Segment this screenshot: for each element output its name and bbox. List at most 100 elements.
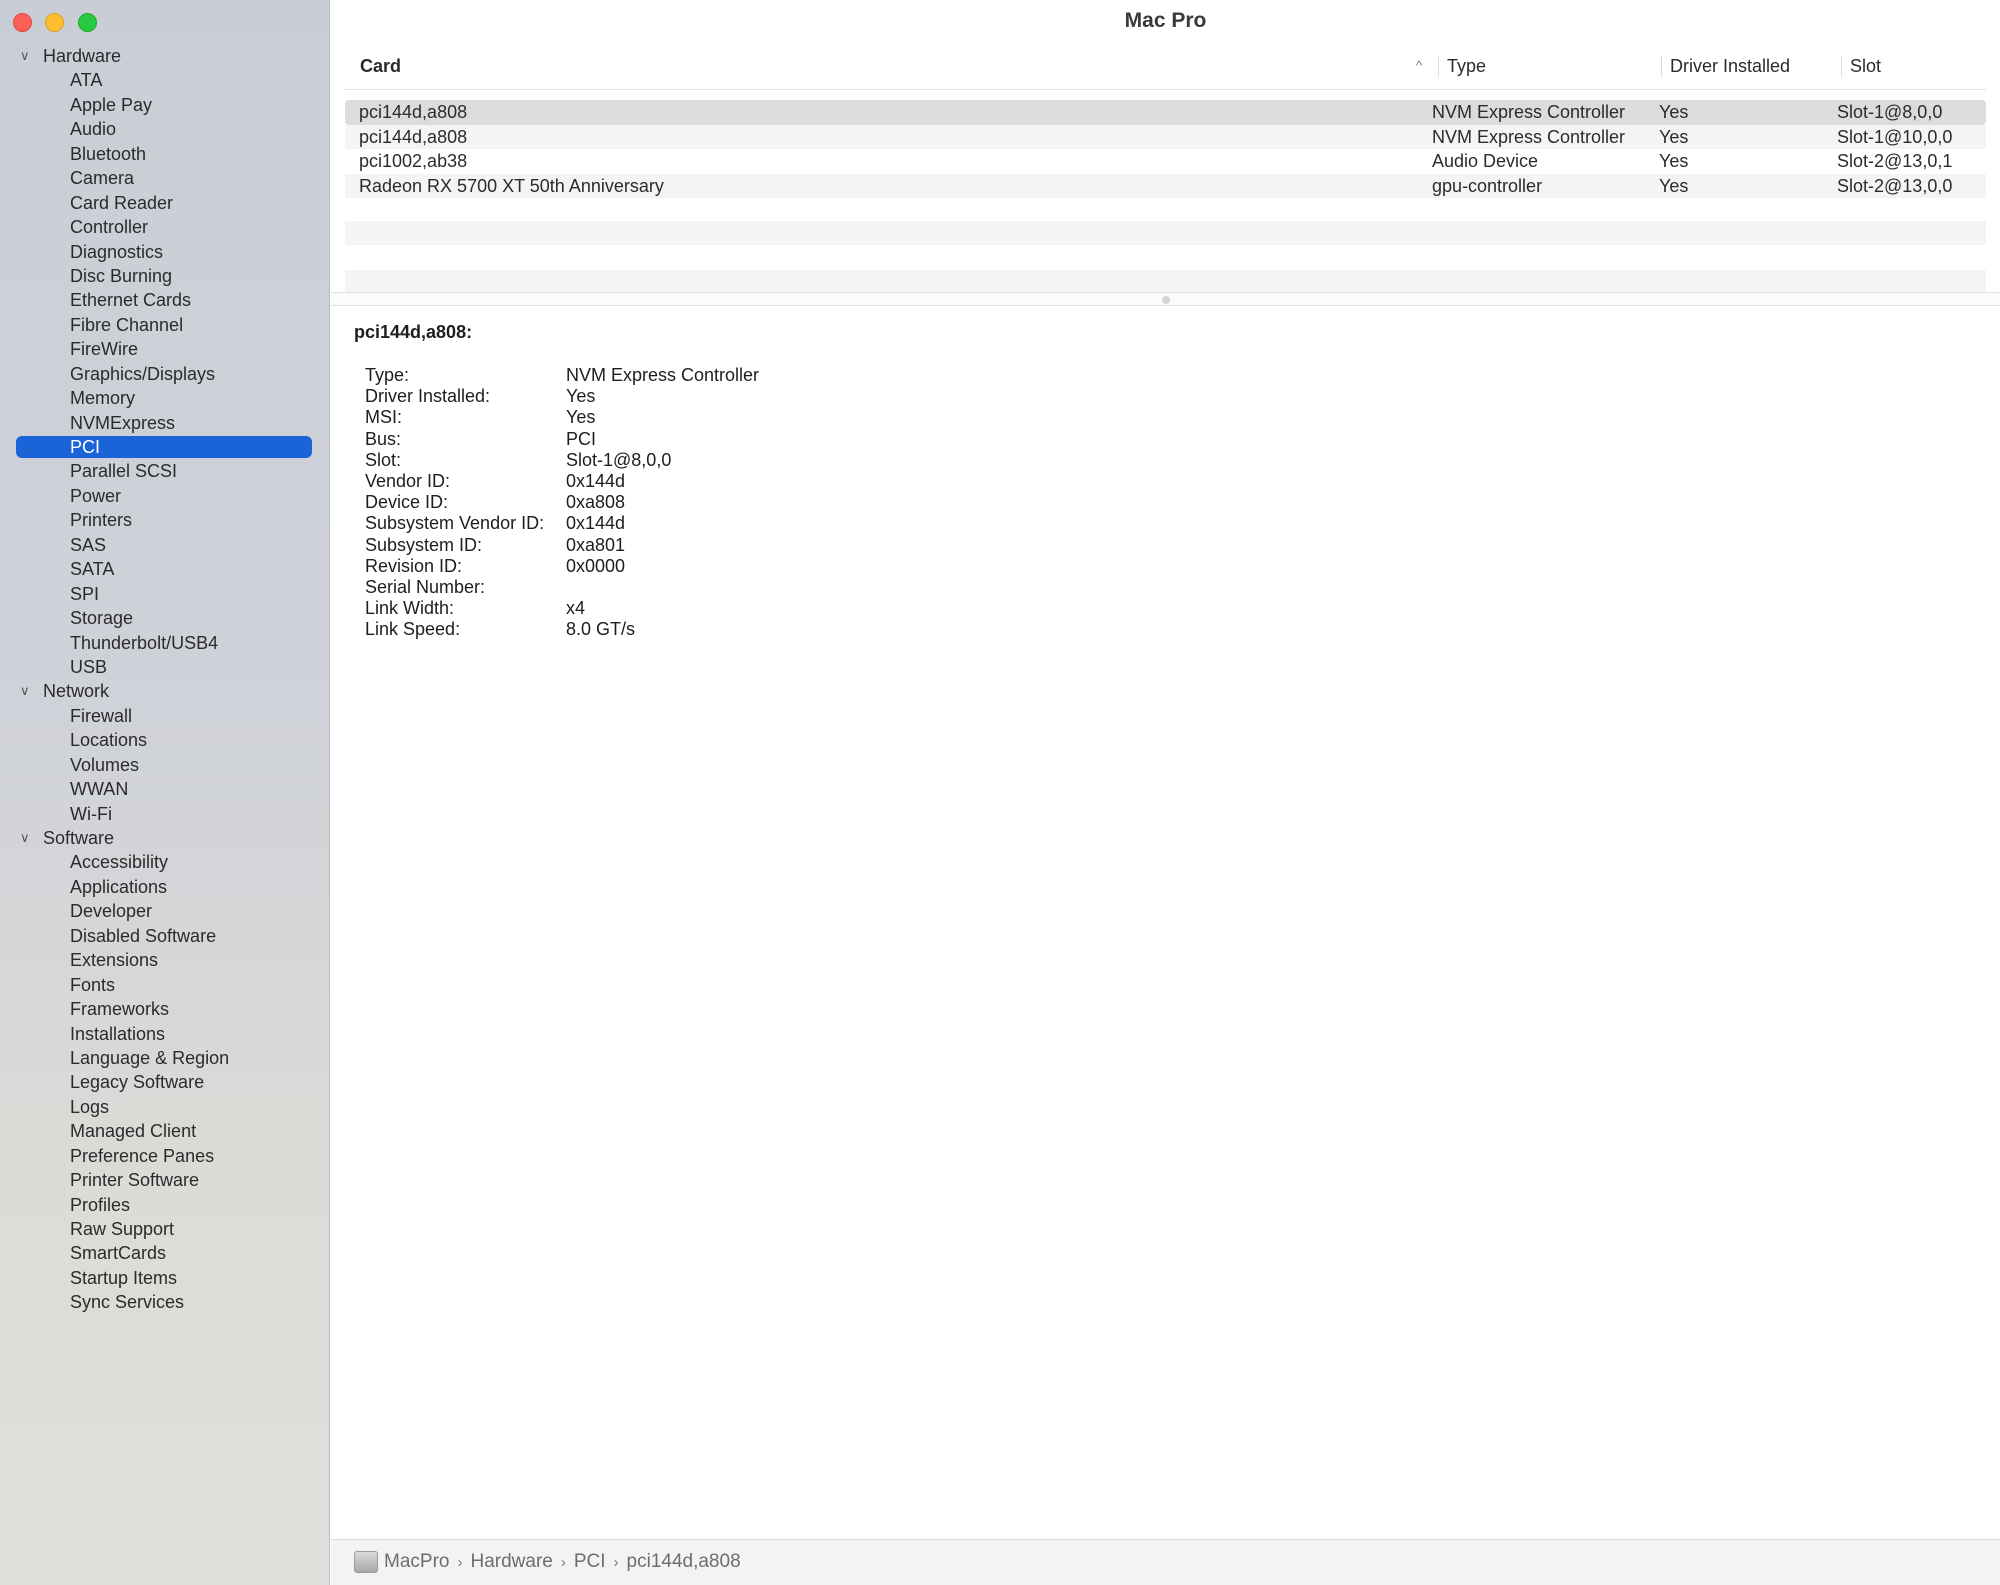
sidebar-item-fonts[interactable]: Fonts <box>0 973 330 997</box>
sidebar-item-label: Locations <box>70 730 148 751</box>
sidebar-item-label: Disc Burning <box>70 265 173 286</box>
sidebar-item-graphics-displays[interactable]: Graphics/Displays <box>0 362 330 386</box>
sidebar-item-usb[interactable]: USB <box>0 655 330 679</box>
detail-value: 0x144d <box>566 470 626 491</box>
sidebar-item-fibre-channel[interactable]: Fibre Channel <box>0 313 330 337</box>
sidebar-item-parallel-scsi[interactable]: Parallel SCSI <box>0 459 330 483</box>
detail-key: Vendor ID: <box>365 470 451 491</box>
sidebar-item-label: Startup Items <box>70 1267 178 1288</box>
sidebar-item-printer-software[interactable]: Printer Software <box>0 1168 330 1192</box>
chevron-down-icon[interactable]: ∨ <box>20 826 30 850</box>
sidebar-item-ethernet-cards[interactable]: Ethernet Cards <box>0 288 330 312</box>
sidebar-item-startup-items[interactable]: Startup Items <box>0 1266 330 1290</box>
sidebar-item-disabled-software[interactable]: Disabled Software <box>0 924 330 948</box>
detail-key: Slot: <box>365 449 402 470</box>
table-row[interactable]: Radeon RX 5700 XT 50th Anniversary gpu-co… <box>345 173 1986 198</box>
minimize-window-button[interactable] <box>45 13 64 32</box>
sidebar-item-logs[interactable]: Logs <box>0 1095 330 1119</box>
sidebar-item-ata[interactable]: ATA <box>0 68 330 92</box>
sidebar-item-bluetooth[interactable]: Bluetooth <box>0 142 330 166</box>
sidebar-item-wwan[interactable]: WWAN <box>0 777 330 801</box>
chevron-right-icon: › <box>560 1554 566 1571</box>
sidebar-item-nvmexpress[interactable]: NVMExpress <box>0 411 330 435</box>
sidebar-item-memory[interactable]: Memory <box>0 386 330 410</box>
sidebar-item-developer[interactable]: Developer <box>0 899 330 923</box>
detail-fields: Type: NVM Express Controller Driver Instal… <box>354 365 759 640</box>
breadcrumb-item-pci[interactable]: PCI <box>574 1551 606 1572</box>
table-row[interactable]: pci144d,a808 NVM Express Controller Yes Slo… <box>345 100 1986 125</box>
detail-key: Driver Installed: <box>365 386 491 407</box>
table-row[interactable]: pci1002,ab38 Audio Device Yes Slot-2@13,0,1 <box>345 149 1986 174</box>
sidebar-item-volumes[interactable]: Volumes <box>0 753 330 777</box>
sidebar-list: ∨ Hardware ATA Apple Pay Audio Bluetooth Camer… <box>0 44 330 1315</box>
sort-ascending-icon[interactable]: ^ <box>1416 58 1422 73</box>
sidebar-item-wi-fi[interactable]: Wi-Fi <box>0 802 330 826</box>
detail-value: 0x0000 <box>566 555 626 576</box>
chevron-right-icon: › <box>457 1554 463 1571</box>
sidebar-item-diagnostics[interactable]: Diagnostics <box>0 240 330 264</box>
sidebar-item-managed-client[interactable]: Managed Client <box>0 1119 330 1143</box>
sidebar-item-applications[interactable]: Applications <box>0 875 330 899</box>
sidebar-item-label: Managed Client <box>70 1121 197 1142</box>
sidebar-item-firewall[interactable]: Firewall <box>0 704 330 728</box>
cell-type: gpu-controller <box>1432 175 1543 196</box>
sidebar-item-raw-support[interactable]: Raw Support <box>0 1217 330 1241</box>
column-header-slot[interactable]: Slot <box>1841 56 1881 77</box>
table-row[interactable]: pci144d,a808 NVM Express Controller Yes Slo… <box>345 124 1986 149</box>
sidebar-item-label: Profiles <box>70 1194 131 1215</box>
zoom-window-button[interactable] <box>78 13 97 32</box>
sidebar-item-extensions[interactable]: Extensions <box>0 948 330 972</box>
sidebar-item-installations[interactable]: Installations <box>0 1022 330 1046</box>
sidebar-item-label: Language & Region <box>70 1047 230 1068</box>
detail-key: Subsystem ID: <box>365 534 483 555</box>
detail-key: Link Width: <box>365 598 455 619</box>
sidebar-item-locations[interactable]: Locations <box>0 728 330 752</box>
sidebar-item-apple-pay[interactable]: Apple Pay <box>0 93 330 117</box>
column-header-card[interactable]: Card <box>360 56 401 77</box>
cell-slot: Slot-1@10,0,0 <box>1837 126 1953 147</box>
sidebar-item-sas[interactable]: SAS <box>0 533 330 557</box>
sidebar-item-controller[interactable]: Controller <box>0 215 330 239</box>
sidebar-item-sync-services[interactable]: Sync Services <box>0 1290 330 1314</box>
divider-handle-icon[interactable] <box>1161 296 1170 304</box>
sidebar-item-language-region[interactable]: Language & Region <box>0 1046 330 1070</box>
sidebar-item-sata[interactable]: SATA <box>0 557 330 581</box>
sidebar-item-audio[interactable]: Audio <box>0 117 330 141</box>
sidebar-item-preference-panes[interactable]: Preference Panes <box>0 1144 330 1168</box>
column-header-driver-installed[interactable]: Driver Installed <box>1661 56 1790 77</box>
pci-table: pci144d,a808 NVM Express Controller Yes Slo… <box>345 100 1986 198</box>
column-header-type[interactable]: Type <box>1438 56 1486 77</box>
sidebar-item-accessibility[interactable]: Accessibility <box>0 850 330 874</box>
sidebar-item-legacy-software[interactable]: Legacy Software <box>0 1070 330 1094</box>
cell-card: pci144d,a808 <box>359 102 468 122</box>
sidebar-group-network[interactable]: ∨ Network <box>0 679 330 703</box>
sidebar-item-pci[interactable]: PCI <box>0 435 330 459</box>
sidebar-item-label: Accessibility <box>70 852 169 873</box>
sidebar-item-spi[interactable]: SPI <box>0 582 330 606</box>
sidebar-group-hardware[interactable]: ∨ Hardware <box>0 44 330 68</box>
sidebar-item-printers[interactable]: Printers <box>0 508 330 532</box>
sidebar-item-card-reader[interactable]: Card Reader <box>0 191 330 215</box>
sidebar-item-label: Extensions <box>70 950 159 971</box>
cell-driver: Yes <box>1659 175 1689 196</box>
sidebar-item-profiles[interactable]: Profiles <box>0 1193 330 1217</box>
detail-value: x4 <box>566 598 586 619</box>
sidebar-group-label: Software <box>43 828 115 848</box>
sidebar-item-power[interactable]: Power <box>0 484 330 508</box>
chevron-down-icon[interactable]: ∨ <box>20 679 30 703</box>
breadcrumb-item-macpro[interactable]: MacPro <box>384 1551 449 1572</box>
sidebar-item-camera[interactable]: Camera <box>0 166 330 190</box>
sidebar-group-software[interactable]: ∨ Software <box>0 826 330 850</box>
sidebar-item-storage[interactable]: Storage <box>0 606 330 630</box>
close-window-button[interactable] <box>13 13 32 32</box>
sidebar-item-disc-burning[interactable]: Disc Burning <box>0 264 330 288</box>
sidebar-item-thunderbolt-usb4[interactable]: Thunderbolt/USB4 <box>0 631 330 655</box>
sidebar-item-firewire[interactable]: FireWire <box>0 337 330 361</box>
breadcrumb-item-pci144d-a808[interactable]: pci144d,a808 <box>627 1551 741 1572</box>
split-view-divider[interactable] <box>331 292 2000 306</box>
chevron-down-icon[interactable]: ∨ <box>20 44 30 68</box>
sidebar-item-frameworks[interactable]: Frameworks <box>0 997 330 1021</box>
detail-row-link-speed: Link Speed: 8.0 GT/s <box>354 619 635 640</box>
breadcrumb-item-hardware[interactable]: Hardware <box>470 1551 552 1572</box>
sidebar-item-smartcards[interactable]: SmartCards <box>0 1241 330 1265</box>
